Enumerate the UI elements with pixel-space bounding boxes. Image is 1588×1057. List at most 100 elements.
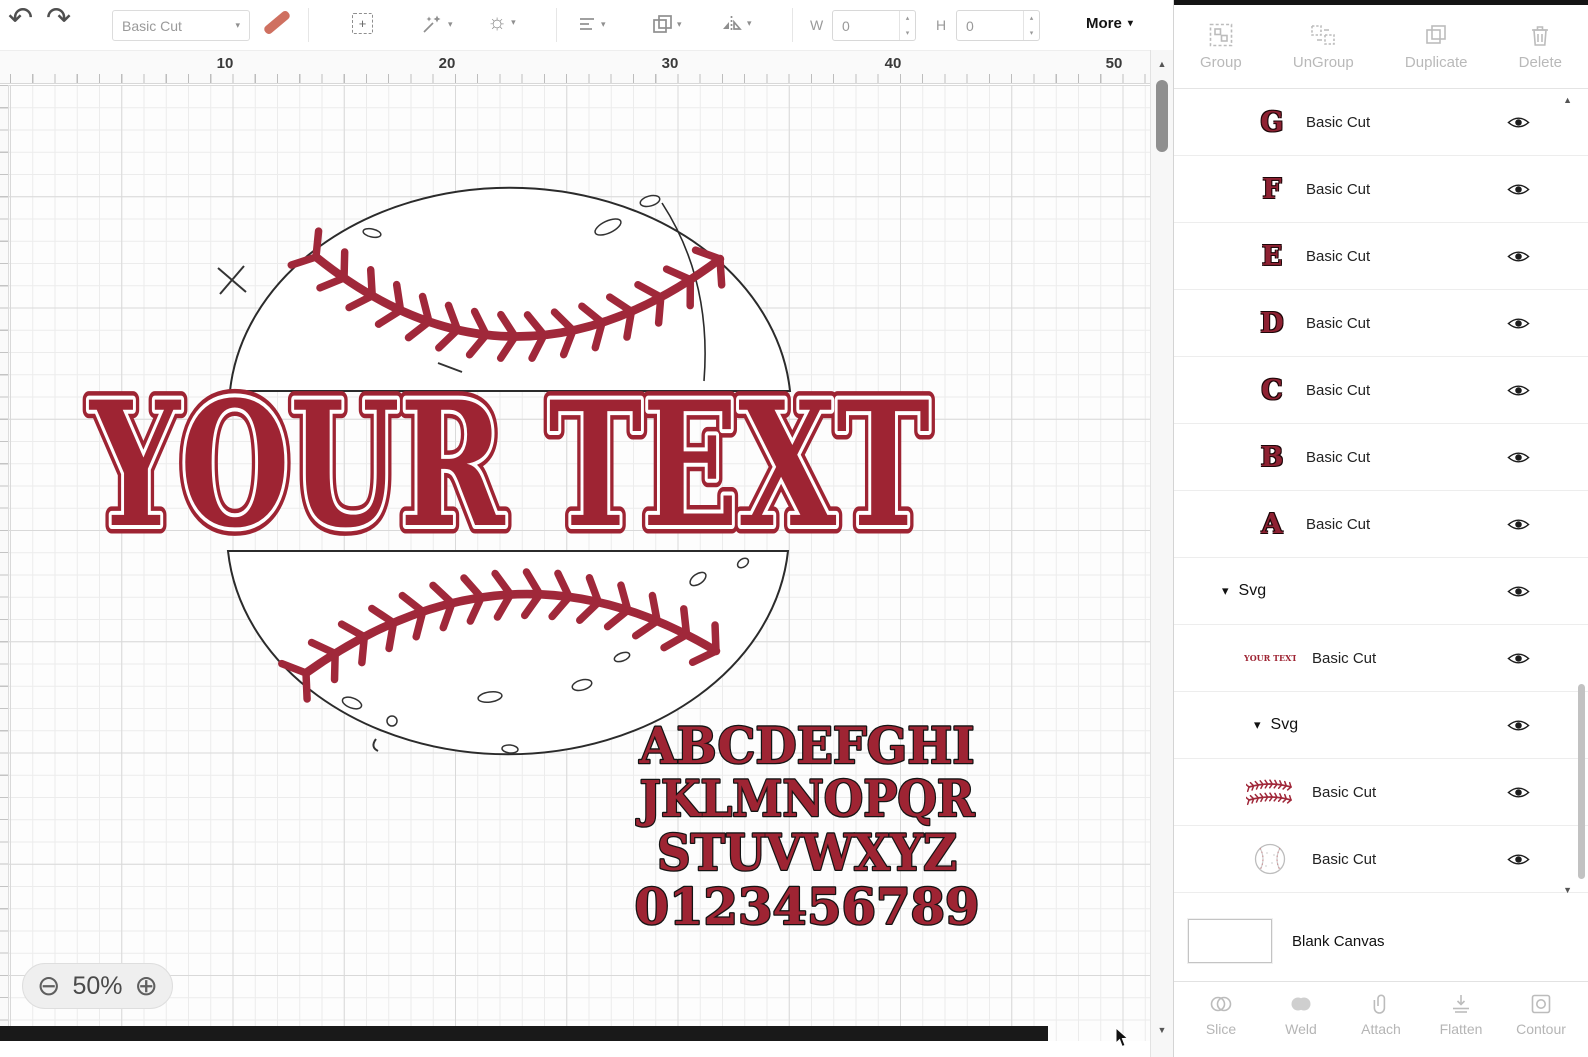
linetype-color-swatch[interactable]	[262, 9, 292, 36]
offset-sun-icon: ☼	[487, 9, 508, 34]
layer-row-letter-e[interactable]: E Basic Cut	[1174, 223, 1588, 290]
blank-canvas-row[interactable]: Blank Canvas	[1174, 901, 1588, 981]
layer-row-letter-g[interactable]: G Basic Cut	[1174, 89, 1588, 156]
blank-canvas-swatch[interactable]	[1188, 919, 1272, 963]
layers-panel: Group UnGroup Duplicate Delete G Basic C…	[1173, 0, 1588, 1057]
alphabet-layer[interactable]: ABCDEFGHI JKLMNOPQR STUVWXYZ 0123456789	[633, 715, 981, 938]
zoom-level: 50%	[72, 971, 123, 1000]
layer-row-baseball[interactable]: Basic Cut	[1174, 826, 1588, 893]
flatten-icon	[1453, 995, 1469, 1013]
horizontal-scrollbar[interactable]	[0, 1026, 1048, 1041]
visibility-eye-icon[interactable]	[1507, 450, 1530, 465]
baseball-split-design[interactable]: YOUR TEXT YOUR TEXT YOUR TEXT ABCDEFGHI …	[10, 85, 1150, 1035]
duplicate-label: Duplicate	[1404, 54, 1468, 71]
contour-button[interactable]: Contour	[1508, 992, 1574, 1037]
visibility-eye-icon[interactable]	[1507, 852, 1530, 867]
ruler-label: 50	[1105, 55, 1123, 72]
layer-row-letter-d[interactable]: D Basic Cut	[1174, 290, 1588, 357]
canvas-vertical-scrollbar[interactable]: ▲ ▼	[1150, 50, 1173, 1057]
height-input[interactable]	[957, 11, 1023, 40]
redo-button[interactable]: ↷	[46, 4, 71, 34]
visibility-eye-icon[interactable]	[1507, 517, 1530, 532]
ruler-label: 10	[216, 55, 234, 72]
alphabet-line: JKLMNOPQR	[636, 769, 975, 828]
your-text-layer[interactable]: YOUR TEXT YOUR TEXT YOUR TEXT	[80, 355, 938, 575]
scroll-up-icon[interactable]: ▲	[1151, 59, 1173, 69]
attach-label: Attach	[1361, 1021, 1401, 1037]
stepper-up-icon[interactable]: ▴	[900, 11, 915, 26]
blank-canvas-label: Blank Canvas	[1292, 932, 1385, 950]
height-field[interactable]: ▴ ▾	[956, 10, 1040, 41]
flatten-button[interactable]: Flatten	[1428, 992, 1494, 1037]
toolbar-divider	[792, 8, 793, 42]
design-canvas[interactable]: YOUR TEXT YOUR TEXT YOUR TEXT ABCDEFGHI …	[0, 85, 1150, 1041]
layer-linetype-label: Basic Cut	[1312, 850, 1377, 868]
layer-row-stitches[interactable]: Basic Cut	[1174, 759, 1588, 826]
visibility-eye-icon[interactable]	[1507, 718, 1530, 733]
panel-scroll-up-icon[interactable]: ▲	[1563, 95, 1572, 105]
slice-button[interactable]: Slice	[1188, 992, 1254, 1037]
width-stepper[interactable]: ▴ ▾	[899, 11, 915, 40]
layer-group-svg[interactable]: ▾ Svg	[1174, 692, 1588, 759]
layer-row-letter-f[interactable]: F Basic Cut	[1174, 156, 1588, 223]
height-stepper[interactable]: ▴ ▾	[1023, 11, 1039, 40]
zoom-out-button[interactable]: ⊖	[37, 972, 60, 1000]
more-button[interactable]: More ▾	[1086, 15, 1133, 32]
scrollbar-thumb[interactable]	[1156, 80, 1168, 152]
select-all-button[interactable]: +	[352, 13, 373, 34]
mouse-cursor	[1115, 1027, 1129, 1048]
caret-down-icon: ▾	[511, 16, 516, 27]
toolbar-divider	[308, 8, 309, 42]
align-button[interactable]: ▾	[577, 14, 606, 34]
flip-button[interactable]: ▾	[720, 13, 752, 33]
delete-label: Delete	[1518, 54, 1562, 71]
visibility-eye-icon[interactable]	[1507, 651, 1530, 666]
chevron-down-icon[interactable]: ▾	[1254, 717, 1261, 733]
scroll-down-icon[interactable]: ▼	[1151, 1025, 1173, 1035]
visibility-eye-icon[interactable]	[1507, 383, 1530, 398]
width-field[interactable]: ▴ ▾	[832, 10, 916, 41]
alphabet-line: STUVWXYZ	[657, 823, 957, 882]
stepper-up-icon[interactable]: ▴	[1024, 11, 1039, 26]
layer-row-letter-b[interactable]: B Basic Cut	[1174, 424, 1588, 491]
panel-scrollbar-thumb[interactable]	[1578, 684, 1585, 879]
align-icon	[580, 18, 594, 30]
linetype-dropdown[interactable]: Basic Cut ▾	[112, 10, 250, 41]
layer-row-your-text[interactable]: YOUR TEXT Basic Cut	[1174, 625, 1588, 692]
layer-group-svg[interactable]: ▾ Svg	[1174, 558, 1588, 625]
visibility-eye-icon[interactable]	[1507, 115, 1530, 130]
group-button[interactable]: Group	[1200, 22, 1242, 71]
visibility-eye-icon[interactable]	[1507, 584, 1530, 599]
caret-down-icon: ▾	[747, 17, 752, 28]
undo-button[interactable]: ↶	[8, 4, 33, 34]
weld-label: Weld	[1285, 1021, 1317, 1037]
zoom-control: ⊖ 50% ⊕	[22, 963, 173, 1009]
flatten-label: Flatten	[1439, 1021, 1483, 1037]
visibility-eye-icon[interactable]	[1507, 316, 1530, 331]
duplicate-button[interactable]: Duplicate	[1404, 22, 1468, 71]
visibility-eye-icon[interactable]	[1507, 785, 1530, 800]
weld-button[interactable]: Weld	[1268, 992, 1334, 1037]
layer-row-letter-c[interactable]: C Basic Cut	[1174, 357, 1588, 424]
width-input[interactable]	[833, 11, 899, 40]
delete-button[interactable]: Delete	[1519, 22, 1562, 71]
layer-actions-bar: Group UnGroup Duplicate Delete	[1174, 5, 1588, 89]
layer-row-letter-a[interactable]: A Basic Cut	[1174, 491, 1588, 558]
stepper-down-icon[interactable]: ▾	[900, 26, 915, 41]
vertical-ruler	[0, 85, 9, 1041]
offset-tools-button[interactable]: ☼ ▾	[487, 11, 516, 33]
edit-tools-button[interactable]: ▾	[420, 12, 453, 36]
visibility-eye-icon[interactable]	[1507, 249, 1530, 264]
chevron-down-icon[interactable]: ▾	[1222, 583, 1229, 599]
ungroup-button[interactable]: UnGroup	[1293, 22, 1354, 71]
baseball-top-half[interactable]	[228, 186, 792, 392]
arrange-button[interactable]: ▾	[650, 13, 682, 35]
panel-scroll-down-icon[interactable]: ▼	[1563, 885, 1572, 895]
zoom-in-button[interactable]: ⊕	[135, 972, 158, 1000]
layer-thumbnail-letter: D	[1260, 307, 1284, 339]
attach-button[interactable]: Attach	[1348, 992, 1414, 1037]
visibility-eye-icon[interactable]	[1507, 182, 1530, 197]
group-name: Svg	[1238, 582, 1267, 599]
stepper-down-icon[interactable]: ▾	[1024, 26, 1039, 41]
weld-icon	[1291, 997, 1311, 1011]
